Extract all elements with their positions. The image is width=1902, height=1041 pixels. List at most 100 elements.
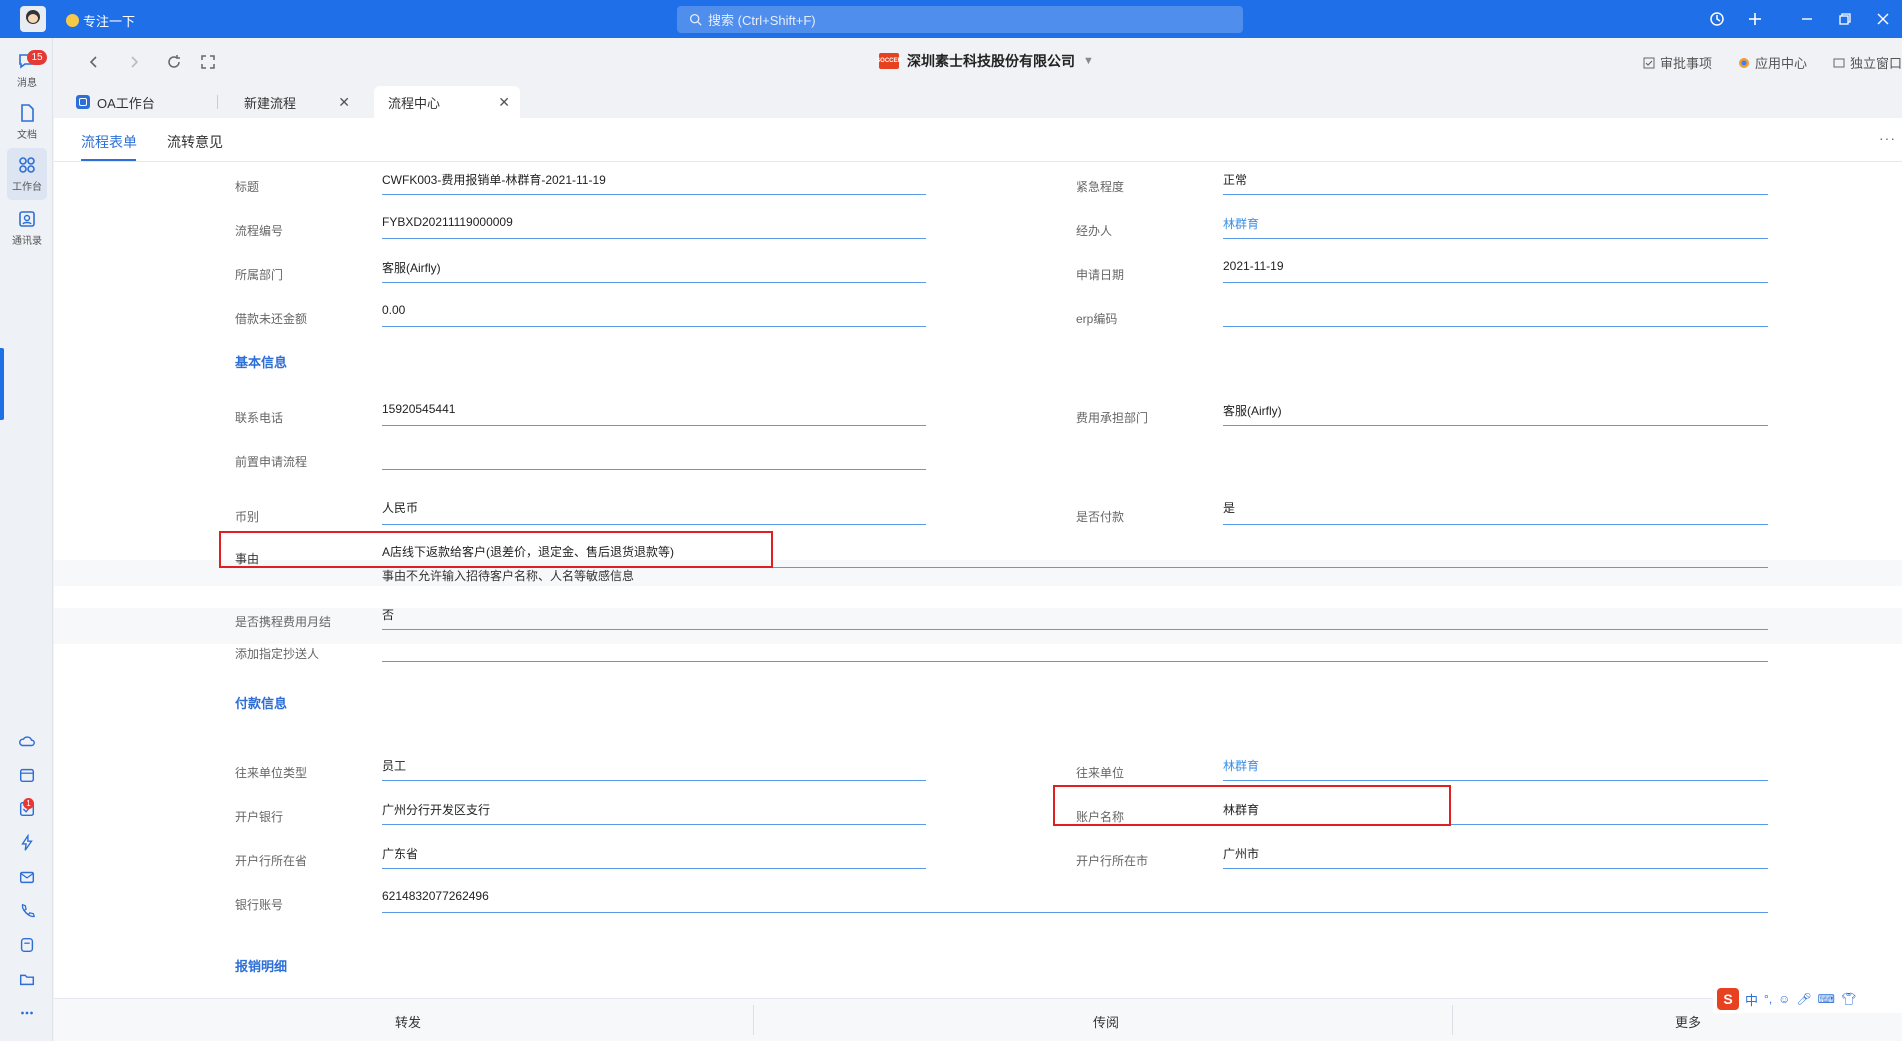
loan-field[interactable]: 0.00 bbox=[382, 303, 405, 317]
approve-button[interactable]: 审批事项 bbox=[1643, 53, 1712, 72]
window-icon bbox=[1833, 58, 1845, 67]
partner-link[interactable]: 林群育 bbox=[1223, 757, 1259, 774]
standalone-window-button[interactable]: 独立窗口 bbox=[1833, 53, 1902, 72]
circulate-button[interactable]: 传阅 bbox=[1093, 1012, 1119, 1031]
partner-type-label: 往来单位类型 bbox=[235, 766, 308, 780]
bank-city-field[interactable]: 广州市 bbox=[1223, 845, 1259, 862]
section-basic-info: 基本信息 bbox=[235, 355, 288, 370]
cost-dept-field[interactable]: 客服(Airfly) bbox=[1223, 402, 1282, 419]
emoji-icon bbox=[66, 14, 79, 27]
phone-field[interactable]: 15920545441 bbox=[382, 402, 455, 416]
flow-no-label: 流程编号 bbox=[235, 224, 284, 238]
tab-label: OA工作台 bbox=[97, 95, 155, 111]
task-icon[interactable]: 1 bbox=[14, 796, 40, 822]
main-content: 流程表单 流转意见 ··· 标题 CWFK003-费用报销单-林群育-2021-… bbox=[54, 118, 1902, 998]
forward-icon[interactable] bbox=[122, 50, 146, 74]
status-button[interactable]: 专注一下 bbox=[66, 11, 135, 30]
refresh-icon[interactable] bbox=[162, 50, 186, 74]
ime-language[interactable]: 中 bbox=[1745, 990, 1758, 1009]
history-icon[interactable] bbox=[1698, 0, 1736, 38]
paid-field[interactable]: 是 bbox=[1223, 499, 1235, 516]
tab-flow-center[interactable]: 流程中心 ✕ bbox=[374, 86, 520, 118]
sidebar-item-label: 工作台 bbox=[12, 182, 42, 193]
add-icon[interactable] bbox=[1736, 0, 1774, 38]
document-icon bbox=[21, 104, 34, 122]
emoji-icon[interactable]: ☺ bbox=[1778, 992, 1790, 1006]
sidebar-item-label: 通讯录 bbox=[12, 236, 42, 247]
company-name: 深圳素士科技股份有限公司 bbox=[907, 53, 1075, 69]
restore-icon[interactable] bbox=[1826, 0, 1864, 38]
fullscreen-icon[interactable] bbox=[196, 50, 220, 74]
urgency-label: 紧急程度 bbox=[1076, 180, 1125, 194]
chevron-down-icon: ▼ bbox=[1083, 55, 1094, 67]
tab-new-flow[interactable]: 新建流程 ✕ bbox=[230, 86, 360, 118]
highlight-box-reason bbox=[219, 531, 773, 568]
tab-oa-workbench[interactable]: OA工作台 bbox=[76, 86, 216, 118]
currency-label: 币别 bbox=[235, 510, 260, 524]
bank-field[interactable]: 广州分行开发区支行 bbox=[382, 801, 490, 818]
sidebar-item-docs[interactable]: 文档 bbox=[7, 96, 47, 148]
workbench-icon bbox=[19, 157, 35, 173]
ime-toolbar[interactable]: S 中 °, ☺ 🎤︎ ⌨ 👕︎ bbox=[1713, 985, 1902, 1013]
close-tab-icon[interactable]: ✕ bbox=[338, 94, 350, 111]
app-center-button[interactable]: 应用中心 bbox=[1738, 53, 1807, 72]
travel-field[interactable]: 否 bbox=[382, 606, 394, 623]
contacts-icon bbox=[19, 211, 35, 227]
bank-label: 开户银行 bbox=[235, 810, 284, 824]
ime-logo: S bbox=[1717, 988, 1739, 1010]
subtab-flow-opinion[interactable]: 流转意见 bbox=[167, 132, 223, 152]
subtab-flow-form[interactable]: 流程表单 bbox=[81, 132, 137, 152]
shirt-icon[interactable]: 👕︎ bbox=[1841, 992, 1856, 1006]
partner-type-field[interactable]: 员工 bbox=[382, 757, 406, 774]
keyboard-icon[interactable]: ⌨ bbox=[1818, 992, 1835, 1006]
close-tab-icon[interactable]: ✕ bbox=[498, 94, 510, 111]
sidebar-item-messages[interactable]: 消息 15 bbox=[7, 44, 47, 96]
back-icon[interactable] bbox=[82, 50, 106, 74]
flow-no-field[interactable]: FYBXD20211119000009 bbox=[382, 215, 513, 229]
sidebar-active-marker bbox=[0, 348, 4, 420]
lightning-icon[interactable] bbox=[14, 830, 40, 856]
apply-date-label: 申请日期 bbox=[1076, 268, 1125, 282]
title-field[interactable]: CWFK003-费用报销单-林群育-2021-11-19 bbox=[382, 171, 606, 188]
task-count-badge: 1 bbox=[23, 798, 34, 809]
section-expense-detail: 报销明细 bbox=[235, 959, 288, 974]
account-no-label: 银行账号 bbox=[235, 898, 284, 912]
tab-bar: OA工作台 新建流程 ✕ 流程中心 ✕ bbox=[54, 86, 1902, 118]
account-no-field[interactable]: 6214832077262496 bbox=[382, 889, 489, 903]
cloud-icon[interactable] bbox=[14, 728, 40, 754]
pre-flow-label: 前置申请流程 bbox=[235, 455, 308, 469]
bank-province-field[interactable]: 广东省 bbox=[382, 845, 418, 862]
phone-icon[interactable] bbox=[14, 898, 40, 924]
sidebar-item-workbench[interactable]: 工作台 bbox=[7, 148, 47, 200]
mail-icon[interactable] bbox=[14, 864, 40, 890]
standalone-label: 独立窗口 bbox=[1849, 56, 1902, 71]
app-center-icon bbox=[1738, 57, 1749, 68]
travel-label: 是否携程费用月结 bbox=[235, 615, 332, 629]
more-icon[interactable] bbox=[14, 1000, 40, 1026]
company-selector[interactable]: SOCCER 深圳素士科技股份有限公司 ▼ bbox=[876, 51, 1094, 71]
sidebar-item-label: 文档 bbox=[17, 130, 37, 141]
tab-label: 流程中心 bbox=[388, 95, 441, 111]
sidebar-item-contacts[interactable]: 通讯录 bbox=[7, 202, 47, 254]
dept-field[interactable]: 客服(Airfly) bbox=[382, 259, 441, 276]
more-options-icon[interactable]: ··· bbox=[1879, 130, 1896, 146]
punctuation-icon[interactable]: °, bbox=[1764, 992, 1772, 1006]
forward-button[interactable]: 转发 bbox=[395, 1012, 421, 1031]
more-button[interactable]: 更多 bbox=[1675, 1012, 1701, 1031]
minimize-icon[interactable] bbox=[1788, 0, 1826, 38]
search-input[interactable]: 搜索 (Ctrl+Shift+F) bbox=[677, 6, 1243, 33]
subtab-active-indicator bbox=[81, 159, 136, 161]
folder-icon[interactable] bbox=[14, 966, 40, 992]
nav-row: SOCCER 深圳素士科技股份有限公司 ▼ 审批事项 应用中心 独立窗口 bbox=[54, 38, 1902, 86]
avatar[interactable] bbox=[20, 6, 46, 32]
chat-icon[interactable] bbox=[14, 932, 40, 958]
close-icon[interactable] bbox=[1864, 0, 1902, 38]
calendar-icon[interactable] bbox=[14, 762, 40, 788]
handler-link[interactable]: 林群育 bbox=[1223, 215, 1259, 232]
apply-date-field[interactable]: 2021-11-19 bbox=[1223, 259, 1284, 273]
bank-city-label: 开户行所在市 bbox=[1076, 854, 1149, 868]
currency-field[interactable]: 人民币 bbox=[382, 499, 418, 516]
handler-label: 经办人 bbox=[1076, 224, 1113, 238]
urgency-field[interactable]: 正常 bbox=[1223, 171, 1247, 188]
microphone-icon[interactable]: 🎤︎ bbox=[1796, 992, 1811, 1006]
